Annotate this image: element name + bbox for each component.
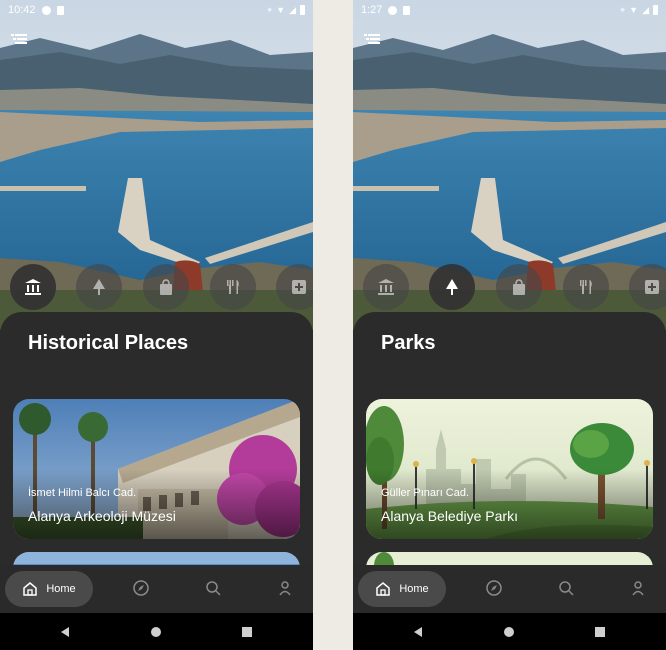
hospital-icon — [645, 280, 659, 294]
home-icon — [23, 582, 38, 596]
place-card[interactable]: Güller Pınarı Cad. Alanya Belediye Parkı — [366, 399, 653, 539]
card-shade — [13, 469, 300, 539]
back-icon[interactable] — [58, 625, 72, 639]
menu-icon[interactable] — [364, 32, 380, 46]
place-card[interactable]: İsmet Hilmi Balcı Cad. Alanya Arkeoloji … — [13, 399, 300, 539]
profile-icon[interactable] — [629, 579, 649, 599]
home-circle-icon[interactable] — [149, 625, 163, 639]
page-title: Parks — [381, 332, 436, 354]
card-address: Güller Pınarı Cad. — [381, 487, 470, 499]
home-circle-icon[interactable] — [502, 625, 516, 639]
bottom-navigation: Home — [353, 565, 666, 613]
wifi-icon: ▼ — [629, 5, 639, 15]
back-icon[interactable] — [411, 625, 425, 639]
recents-icon[interactable] — [240, 625, 254, 639]
museum-icon — [378, 279, 394, 295]
location-icon: ⌖ — [620, 4, 626, 15]
nav-home-button[interactable]: Home — [5, 571, 93, 607]
shopping-bag-icon — [160, 279, 172, 295]
sd-card-icon — [403, 5, 411, 15]
category-park[interactable] — [429, 264, 475, 310]
category-museum[interactable] — [363, 264, 409, 310]
page-title: Historical Places — [28, 332, 189, 354]
restaurant-icon — [580, 280, 592, 294]
wifi-icon: ▼ — [276, 5, 286, 15]
card-address: İsmet Hilmi Balcı Cad. — [28, 487, 137, 499]
status-bar: 10:42 ⌖ ▼ ◢ — [0, 0, 313, 20]
category-shopping[interactable] — [143, 264, 189, 310]
category-hospital[interactable] — [276, 264, 313, 310]
hospital-icon — [292, 280, 306, 294]
shopping-bag-icon — [513, 279, 525, 295]
home-icon — [376, 582, 391, 596]
category-hospital[interactable] — [629, 264, 666, 310]
phone-screen-historical: 10:42 ⌖ ▼ ◢ Historical Places İsmet Hilm… — [0, 0, 313, 650]
sd-card-icon — [56, 5, 64, 15]
signal-icon: ◢ — [642, 4, 649, 15]
system-navigation-bar — [353, 613, 666, 650]
system-navigation-bar — [0, 613, 313, 650]
notification-icon — [41, 5, 51, 15]
status-bar: 1:27 ⌖ ▼ ◢ — [353, 0, 666, 20]
museum-icon — [25, 279, 41, 295]
card-shade — [366, 469, 653, 539]
compass-icon[interactable] — [485, 579, 505, 599]
recents-icon[interactable] — [593, 625, 607, 639]
menu-icon[interactable] — [11, 32, 27, 46]
phone-screen-parks: 1:27 ⌖ ▼ ◢ Parks Güller Pınarı Cad. Alan… — [353, 0, 666, 650]
profile-icon[interactable] — [276, 579, 296, 599]
search-icon[interactable] — [204, 579, 224, 599]
category-shopping[interactable] — [496, 264, 542, 310]
battery-icon — [653, 5, 658, 15]
search-icon[interactable] — [557, 579, 577, 599]
park-tree-icon — [93, 279, 105, 295]
notification-icon — [388, 5, 398, 15]
category-restaurant[interactable] — [210, 264, 256, 310]
compass-icon[interactable] — [132, 579, 152, 599]
battery-icon — [300, 5, 305, 15]
category-museum[interactable] — [10, 264, 56, 310]
park-tree-icon — [446, 279, 458, 295]
signal-icon: ◢ — [289, 4, 296, 15]
nav-home-label: Home — [46, 583, 76, 595]
category-selector — [0, 264, 313, 310]
restaurant-icon — [227, 280, 239, 294]
nav-home-button[interactable]: Home — [358, 571, 446, 607]
card-place-name: Alanya Belediye Parkı — [381, 508, 518, 524]
category-park[interactable] — [76, 264, 122, 310]
nav-home-label: Home — [399, 583, 429, 595]
bottom-navigation: Home — [0, 565, 313, 613]
category-selector — [353, 264, 666, 310]
location-icon: ⌖ — [267, 4, 273, 15]
status-time: 1:27 — [361, 4, 383, 16]
category-restaurant[interactable] — [563, 264, 609, 310]
status-time: 10:42 — [8, 4, 36, 16]
card-place-name: Alanya Arkeoloji Müzesi — [28, 508, 176, 524]
